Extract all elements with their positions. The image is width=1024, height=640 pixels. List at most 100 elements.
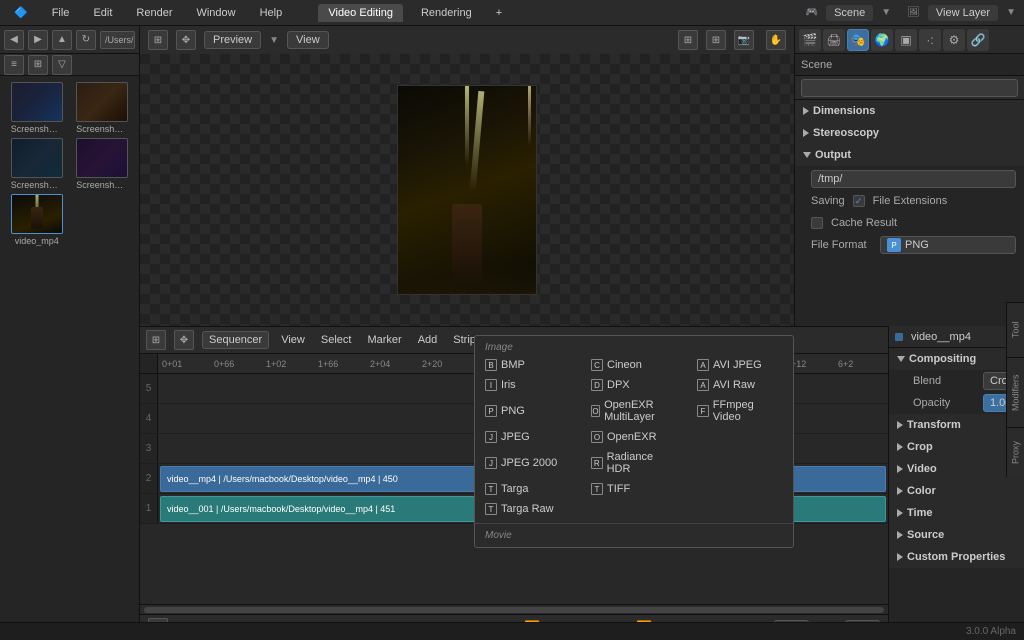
prop-scene-icon[interactable]: 🎭 (847, 29, 869, 51)
scene-dropdown-icon[interactable]: ▼ (881, 7, 891, 18)
prop-world-icon[interactable]: 🌍 (871, 29, 893, 51)
breadcrumb-scene[interactable]: Scene (801, 59, 832, 71)
tool-tab[interactable]: Tool (1007, 302, 1024, 357)
view-layer-dropdown-icon[interactable]: ▼ (1006, 7, 1016, 18)
grid-view-icon[interactable]: ⊞ (28, 55, 48, 75)
path-bar[interactable]: /Users/macbo... (100, 31, 135, 49)
preview-dropdown-icon[interactable]: ▼ (269, 35, 279, 46)
section-output[interactable]: Output (795, 144, 1024, 166)
preview-button[interactable]: Preview (204, 31, 261, 49)
preview-options-icon[interactable]: ⊞ (678, 30, 698, 50)
format-item-dpx[interactable]: D DPX (581, 375, 687, 395)
section-source[interactable]: Source (889, 524, 1024, 546)
seq-menu-select[interactable]: Select (317, 332, 356, 348)
list-item[interactable]: Screenshot 2... (72, 138, 134, 190)
prop-particles-icon[interactable]: ·: (919, 29, 941, 51)
section-time[interactable]: Time (889, 502, 1024, 524)
view-toggle-icon[interactable]: ≡ (4, 55, 24, 75)
section-stereoscopy[interactable]: Stereoscopy (795, 122, 1024, 144)
section-custom-properties[interactable]: Custom Properties (889, 546, 1024, 568)
seq-layout-icon[interactable]: ⊞ (146, 330, 166, 350)
section-transform[interactable]: Transform (889, 414, 1024, 436)
section-video[interactable]: Video (889, 458, 1024, 480)
preview-hand-icon[interactable]: ✋ (766, 30, 786, 50)
section-compositing[interactable]: Compositing (889, 348, 1024, 370)
filter-icon[interactable]: ▽ (52, 55, 72, 75)
search-input[interactable] (801, 79, 1018, 97)
ffmpeg-label: FFmpeg Video (713, 399, 783, 423)
seq-menu-marker[interactable]: Marker (363, 332, 405, 348)
prop-output-icon[interactable]: 🖨 (823, 29, 845, 51)
output-path-value[interactable]: /tmp/ (811, 170, 1016, 188)
menu-blender-icon[interactable]: 🔷 (8, 4, 34, 21)
format-item-tiff[interactable]: T TIFF (581, 479, 687, 499)
format-item-bmp[interactable]: B BMP (475, 355, 581, 375)
preview-camera-icon[interactable]: 📷 (734, 30, 754, 50)
format-item-avi-raw[interactable]: A AVI Raw (687, 375, 793, 395)
prop-render-icon[interactable]: 🎬 (799, 29, 821, 51)
seq-tool-icon[interactable]: ✥ (174, 330, 194, 350)
back-button[interactable]: ◀ (4, 30, 24, 50)
menu-help[interactable]: Help (254, 5, 289, 21)
format-item-cineon[interactable]: C Cineon (581, 355, 687, 375)
format-item-avi-jpeg[interactable]: A AVI JPEG (687, 355, 793, 375)
format-item-targa-raw[interactable]: T Targa Raw (475, 499, 581, 519)
seq-menu-view[interactable]: View (277, 332, 309, 348)
engine-selector[interactable]: 🎮 (806, 7, 818, 18)
preview-layout-icon[interactable]: ⊞ (148, 30, 168, 50)
format-item-targa[interactable]: T Targa (475, 479, 581, 499)
strip-header: video__mp4 ✕ (889, 326, 1024, 348)
list-item[interactable]: Screenshot 2... (72, 82, 134, 134)
preview-cursor-icon[interactable]: ✥ (176, 30, 196, 50)
tab-video-editing[interactable]: Video Editing (318, 4, 403, 22)
timeline-mark-5: 2+20 (420, 359, 472, 369)
top-bar: 🔷 File Edit Render Window Help Video Edi… (0, 0, 1024, 26)
menu-file[interactable]: File (46, 5, 76, 21)
prop-physics-icon[interactable]: ⚙ (943, 29, 965, 51)
output-label: Output (815, 149, 851, 161)
tab-add[interactable]: + (490, 5, 508, 21)
cache-result-checkbox[interactable] (811, 217, 823, 229)
format-item-openexr-ml[interactable]: O OpenEXR MultiLayer (581, 395, 687, 427)
avi-raw-icon: A (697, 379, 709, 391)
format-item-jpeg[interactable]: J JPEG (475, 427, 581, 447)
tab-rendering[interactable]: Rendering (415, 5, 478, 21)
targa-raw-label: Targa Raw (501, 503, 554, 515)
timeline-scrollbar[interactable] (140, 604, 888, 614)
file-extensions-checkbox[interactable] (853, 195, 865, 207)
menu-window[interactable]: Window (190, 5, 241, 21)
view-button[interactable]: View (287, 31, 329, 49)
forward-button[interactable]: ▶ (28, 30, 48, 50)
section-crop[interactable]: Crop (889, 436, 1024, 458)
format-item-jpeg2000[interactable]: J JPEG 2000 (475, 447, 581, 479)
modifiers-tab[interactable]: Modifiers (1007, 357, 1024, 427)
menu-render[interactable]: Render (130, 5, 178, 21)
scrollbar-thumb[interactable] (144, 607, 884, 613)
scene-selector[interactable]: Scene (826, 5, 873, 21)
prop-constraints-icon[interactable]: 🔗 (967, 29, 989, 51)
proxy-tab[interactable]: Proxy (1007, 427, 1024, 477)
view-layer-selector[interactable]: View Layer (928, 5, 998, 21)
format-item-png[interactable]: P PNG (475, 395, 581, 427)
sequencer-dropdown[interactable]: Sequencer (202, 331, 269, 349)
preview-zoom-icon[interactable]: ⊞ (706, 30, 726, 50)
list-item[interactable]: video_mp4 (6, 194, 68, 246)
list-item[interactable]: Screenshot 2... (6, 82, 68, 134)
list-item[interactable]: Screenshot 2... (6, 138, 68, 190)
video-label: Video (907, 463, 937, 475)
format-item-iris[interactable]: I Iris (475, 375, 581, 395)
blend-label: Blend (913, 375, 983, 387)
format-item-radiance[interactable]: R Radiance HDR (581, 447, 687, 479)
refresh-button[interactable]: ↻ (76, 30, 96, 50)
view-layer-icon[interactable]: 🖼 (907, 7, 920, 18)
format-item-openexr[interactable]: O OpenEXR (581, 427, 687, 447)
menu-edit[interactable]: Edit (87, 5, 118, 21)
format-item-ffmpeg[interactable]: F FFmpeg Video (687, 395, 793, 427)
section-color[interactable]: Color (889, 480, 1024, 502)
format-dropdown[interactable]: P PNG (880, 236, 1016, 254)
blend-row: Blend Cross ▼ (889, 370, 1024, 392)
section-dimensions[interactable]: Dimensions (795, 100, 1024, 122)
prop-object-icon[interactable]: ▣ (895, 29, 917, 51)
up-button[interactable]: ▲ (52, 30, 72, 50)
seq-menu-add[interactable]: Add (414, 332, 442, 348)
